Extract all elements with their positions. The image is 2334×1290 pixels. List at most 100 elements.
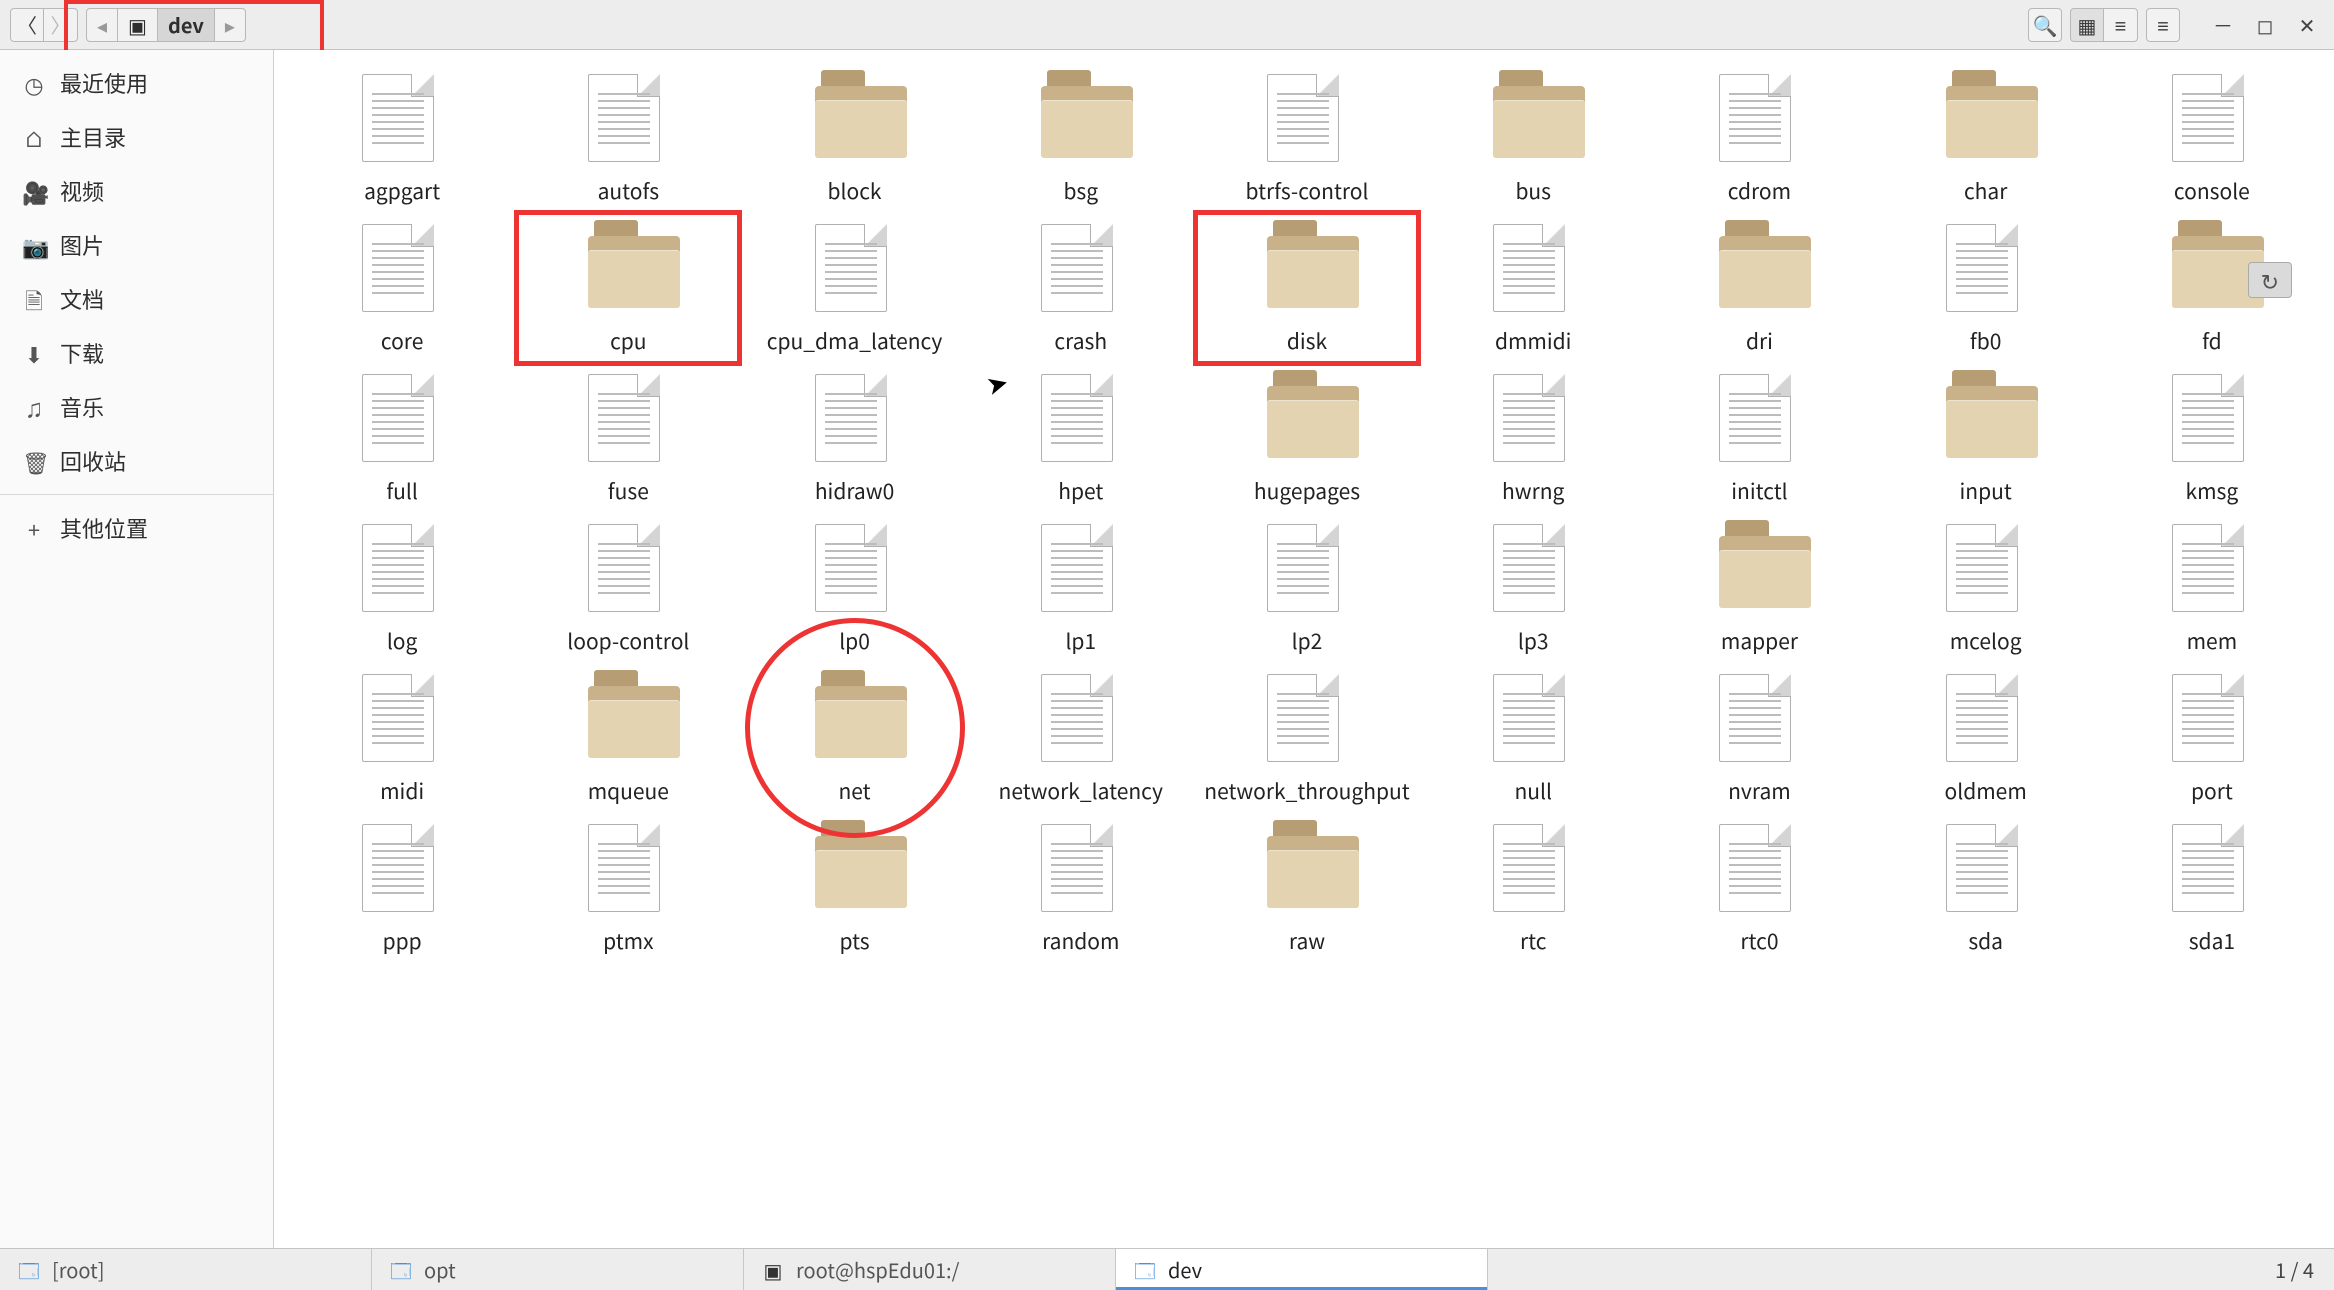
file-item-lp2[interactable]: lp2 — [1197, 516, 1417, 656]
file-label: network_throughput — [1204, 776, 1409, 806]
file-item-lp1[interactable]: lp1 — [971, 516, 1191, 656]
file-icon — [1041, 374, 1121, 470]
file-item-ptmx[interactable]: ptmx — [518, 816, 738, 956]
window-minimize-button[interactable]: － — [2206, 8, 2240, 42]
file-item-oldmem[interactable]: oldmem — [1876, 666, 2096, 806]
sidebar-item-2[interactable]: 🎥 视频 — [0, 164, 273, 218]
file-label: port — [2191, 776, 2233, 806]
view-list-button[interactable]: ≡ — [2104, 8, 2138, 42]
file-label: dri — [1746, 326, 1773, 356]
file-item-port[interactable]: port — [2102, 666, 2322, 806]
sidebar-item-4[interactable]: 🗎 文档 — [0, 272, 273, 326]
file-item-random[interactable]: random — [971, 816, 1191, 956]
file-item-hwrng[interactable]: hwrng — [1423, 366, 1643, 506]
file-icon — [1946, 524, 2026, 620]
nav-forward-button[interactable]: 〉 — [44, 8, 78, 42]
file-item-fuse[interactable]: fuse — [518, 366, 738, 506]
file-item-hidraw0[interactable]: hidraw0 — [744, 366, 964, 506]
file-item-raw[interactable]: raw — [1197, 816, 1417, 956]
file-item-net[interactable]: net — [744, 666, 964, 806]
file-item-char[interactable]: char — [1876, 66, 2096, 206]
file-item-mem[interactable]: mem — [2102, 516, 2322, 656]
sidebar-other-locations[interactable]: + 其他位置 — [0, 501, 273, 555]
breadcrumb[interactable]: ◂ ▣ dev ▸ — [86, 8, 246, 42]
file-item-log[interactable]: log — [292, 516, 512, 656]
sidebar-item-0[interactable]: ◷ 最近使用 — [0, 56, 273, 110]
file-item-lp3[interactable]: lp3 — [1423, 516, 1643, 656]
file-item-bus[interactable]: bus — [1423, 66, 1643, 206]
folder-icon — [1041, 74, 1121, 170]
folder-icon — [815, 824, 895, 920]
file-item-dri[interactable]: dri — [1649, 216, 1869, 356]
file-item-sda[interactable]: sda — [1876, 816, 2096, 956]
folder-icon — [1946, 374, 2026, 470]
hamburger-menu-button[interactable]: ≡ — [2146, 8, 2180, 42]
file-item-loop-control[interactable]: loop-control — [518, 516, 738, 656]
file-item-lp0[interactable]: lp0 — [744, 516, 964, 656]
sidebar-item-label: 回收站 — [60, 445, 126, 477]
file-item-fb0[interactable]: fb0 — [1876, 216, 2096, 356]
file-item-console[interactable]: console — [2102, 66, 2322, 206]
window-close-button[interactable]: ✕ — [2290, 8, 2324, 42]
file-item-agpgart[interactable]: agpgart — [292, 66, 512, 206]
file-icon — [1267, 524, 1347, 620]
file-item-input[interactable]: input — [1876, 366, 2096, 506]
sidebar-item-7[interactable]: 🗑 回收站 — [0, 434, 273, 488]
window-maximize-button[interactable]: ◻ — [2248, 8, 2282, 42]
sidebar-item-3[interactable]: 📷 图片 — [0, 218, 273, 272]
sidebar-icon: 🎥 — [22, 168, 46, 214]
file-item-midi[interactable]: midi — [292, 666, 512, 806]
breadcrumb-current[interactable]: dev — [158, 9, 215, 41]
file-item-mapper[interactable]: mapper — [1649, 516, 1869, 656]
file-icon — [1493, 674, 1573, 770]
folder-icon — [1946, 74, 2026, 170]
file-item-block[interactable]: block — [744, 66, 964, 206]
task-0[interactable]: 🗔 [root] — [0, 1249, 372, 1290]
file-item-rtc0[interactable]: rtc0 — [1649, 816, 1869, 956]
file-item-hugepages[interactable]: hugepages — [1197, 366, 1417, 506]
file-item-sda1[interactable]: sda1 — [2102, 816, 2322, 956]
file-item-cpu_dma_latency[interactable]: cpu_dma_latency — [744, 216, 964, 356]
file-item-mcelog[interactable]: mcelog — [1876, 516, 2096, 656]
breadcrumb-next-button[interactable]: ▸ — [215, 9, 245, 41]
breadcrumb-root[interactable]: ▣ — [118, 9, 158, 41]
file-item-fd[interactable]: ↻fd — [2102, 216, 2322, 356]
file-item-full[interactable]: full — [292, 366, 512, 506]
file-item-network_throughput[interactable]: network_throughput — [1197, 666, 1417, 806]
sidebar-item-5[interactable]: ⬇ 下载 — [0, 326, 273, 380]
file-item-nvram[interactable]: nvram — [1649, 666, 1869, 806]
search-button[interactable]: 🔍 — [2028, 8, 2062, 42]
file-item-ppp[interactable]: ppp — [292, 816, 512, 956]
file-item-cpu[interactable]: cpu — [518, 216, 738, 356]
taskbar: 🗔 [root]🗔 opt▣ root@hspEdu01:/🗔 dev 1 / … — [0, 1248, 2334, 1290]
file-item-core[interactable]: core — [292, 216, 512, 356]
file-item-null[interactable]: null — [1423, 666, 1643, 806]
sidebar-item-1[interactable]: ⌂ 主目录 — [0, 110, 273, 164]
file-item-initctl[interactable]: initctl — [1649, 366, 1869, 506]
file-icon — [362, 524, 442, 620]
task-2[interactable]: ▣ root@hspEdu01:/ — [744, 1249, 1116, 1290]
file-item-disk[interactable]: disk — [1197, 216, 1417, 356]
file-item-mqueue[interactable]: mqueue — [518, 666, 738, 806]
file-label: core — [381, 326, 423, 356]
file-item-autofs[interactable]: autofs — [518, 66, 738, 206]
file-item-crash[interactable]: crash — [971, 216, 1191, 356]
breadcrumb-prev-button[interactable]: ◂ — [87, 9, 118, 41]
file-item-btrfs-control[interactable]: btrfs-control — [1197, 66, 1417, 206]
file-item-bsg[interactable]: bsg — [971, 66, 1191, 206]
task-1[interactable]: 🗔 opt — [372, 1249, 744, 1290]
sidebar-item-6[interactable]: ♫ 音乐 — [0, 380, 273, 434]
file-item-cdrom[interactable]: cdrom — [1649, 66, 1869, 206]
view-icons-button[interactable]: ▦ — [2070, 8, 2104, 42]
file-item-dmmidi[interactable]: dmmidi — [1423, 216, 1643, 356]
file-item-rtc[interactable]: rtc — [1423, 816, 1643, 956]
task-3[interactable]: 🗔 dev — [1116, 1249, 1488, 1290]
file-item-pts[interactable]: pts — [744, 816, 964, 956]
file-icon — [1493, 524, 1573, 620]
file-item-hpet[interactable]: hpet — [971, 366, 1191, 506]
file-item-kmsg[interactable]: kmsg — [2102, 366, 2322, 506]
file-item-network_latency[interactable]: network_latency — [971, 666, 1191, 806]
sidebar-item-label: 文档 — [60, 283, 104, 315]
nav-back-button[interactable]: 〈 — [10, 8, 44, 42]
file-grid-area[interactable]: agpgartautofsblockbsgbtrfs-controlbuscdr… — [274, 50, 2334, 1248]
